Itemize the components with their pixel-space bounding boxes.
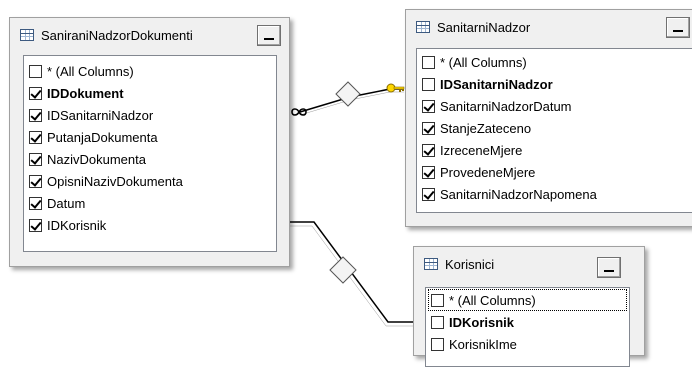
relation-diamond <box>335 81 361 107</box>
relation-diamond <box>329 256 357 284</box>
checkbox-checked[interactable] <box>29 174 42 188</box>
column-label: PutanjaDokumenta <box>47 129 158 145</box>
key-icon <box>386 83 405 93</box>
column-label: SanitarniNadzorDatum <box>440 98 572 114</box>
minimize-button[interactable] <box>597 257 621 278</box>
table-korisnici[interactable]: Korisnici * (All Columns) IDKorisnik Koris… <box>413 246 645 367</box>
checkbox-checked[interactable] <box>422 121 435 135</box>
column-row[interactable]: OpisniNazivDokumenta <box>24 170 276 192</box>
column-row[interactable]: KorisnikIme <box>426 333 629 355</box>
checkbox-unchecked[interactable] <box>431 337 444 351</box>
column-row[interactable]: SanitarniNadzorNapomena <box>417 183 692 205</box>
column-row[interactable]: IDKorisnik <box>426 311 629 333</box>
column-row[interactable]: NazivDokumenta <box>24 148 276 170</box>
checkbox-unchecked[interactable] <box>431 293 444 307</box>
checkbox-checked[interactable] <box>29 130 42 144</box>
column-row[interactable]: * (All Columns) <box>24 60 276 82</box>
minimize-icon <box>673 30 683 32</box>
column-label: IzreceneMjere <box>440 142 523 158</box>
minimize-button[interactable] <box>257 25 281 46</box>
minimize-button[interactable] <box>666 17 690 38</box>
column-list[interactable]: * (All Columns) IDDokument IDSanitarniNadz… <box>23 55 277 252</box>
checkbox-checked[interactable] <box>422 99 435 113</box>
checkbox-checked[interactable] <box>29 108 42 122</box>
column-list[interactable]: * (All Columns) IDSanitarniNadzor Sanitarn… <box>416 48 692 213</box>
table-saniraninadzordokumenti[interactable]: SaniraniNadzorDokumenti * (All Columns) I… <box>9 17 290 267</box>
checkbox-unchecked[interactable] <box>422 55 435 69</box>
checkbox-unchecked[interactable] <box>422 77 435 91</box>
relation-dokumenti-nadzor[interactable] <box>291 81 405 116</box>
column-row[interactable]: IzreceneMjere <box>417 139 692 161</box>
table-title: SaniraniNadzorDokumenti <box>41 27 193 43</box>
checkbox-checked[interactable] <box>29 218 42 232</box>
column-row[interactable]: Datum <box>24 192 276 214</box>
column-row[interactable]: SanitarniNadzorDatum <box>417 95 692 117</box>
column-row[interactable]: IDSanitarniNadzor <box>24 104 276 126</box>
table-title: Korisnici <box>445 256 495 272</box>
table-title: SanitarniNadzor <box>437 19 531 35</box>
minimize-icon <box>264 38 274 40</box>
checkbox-checked[interactable] <box>422 165 435 179</box>
table-grid-icon <box>424 258 438 270</box>
column-label: * (All Columns) <box>440 54 527 70</box>
column-label: IDDokument <box>47 85 124 101</box>
table-grid-icon <box>20 29 34 41</box>
column-label: SanitarniNadzorNapomena <box>440 186 597 202</box>
column-label: ProvedeneMjere <box>440 164 536 180</box>
checkbox-unchecked[interactable] <box>29 64 42 78</box>
column-row[interactable]: PutanjaDokumenta <box>24 126 276 148</box>
column-label: KorisnikIme <box>449 336 517 352</box>
checkbox-checked[interactable] <box>29 152 42 166</box>
checkbox-checked[interactable] <box>29 86 42 100</box>
relation-dokumenti-korisnici[interactable] <box>288 221 414 327</box>
column-row[interactable]: IDSanitarniNadzor <box>417 73 692 95</box>
column-label: StanjeZateceno <box>440 120 532 136</box>
column-label: * (All Columns) <box>47 63 134 79</box>
column-row[interactable]: * (All Columns) <box>428 289 627 311</box>
column-label: * (All Columns) <box>449 292 536 308</box>
column-row[interactable]: StanjeZateceno <box>417 117 692 139</box>
infinity-icon <box>291 108 307 116</box>
column-row[interactable]: ProvedeneMjere <box>417 161 692 183</box>
column-row[interactable]: * (All Columns) <box>417 51 692 73</box>
query-designer-canvas[interactable]: SaniraniNadzorDokumenti * (All Columns) I… <box>0 0 692 367</box>
table-titlebar[interactable]: SaniraniNadzorDokumenti <box>10 18 289 52</box>
column-list[interactable]: * (All Columns) IDKorisnik KorisnikIme <box>425 287 630 367</box>
table-titlebar[interactable]: SanitarniNadzor <box>406 10 692 44</box>
table-grid-icon <box>416 21 430 33</box>
table-sanitarninadzor[interactable]: SanitarniNadzor * (All Columns) IDSanitar… <box>405 9 692 227</box>
checkbox-checked[interactable] <box>422 187 435 201</box>
column-label: IDSanitarniNadzor <box>440 76 553 92</box>
column-label: IDKorisnik <box>449 314 515 330</box>
column-row[interactable]: IDDokument <box>24 82 276 104</box>
column-label: Datum <box>47 195 86 211</box>
column-label: NazivDokumenta <box>47 151 146 167</box>
minimize-icon <box>604 270 614 272</box>
checkbox-checked[interactable] <box>29 196 42 210</box>
checkbox-unchecked[interactable] <box>431 315 444 329</box>
column-row[interactable]: IDKorisnik <box>24 214 276 236</box>
checkbox-checked[interactable] <box>422 143 435 157</box>
column-label: IDKorisnik <box>47 217 107 233</box>
column-label: OpisniNazivDokumenta <box>47 173 183 189</box>
column-label: IDSanitarniNadzor <box>47 107 154 123</box>
